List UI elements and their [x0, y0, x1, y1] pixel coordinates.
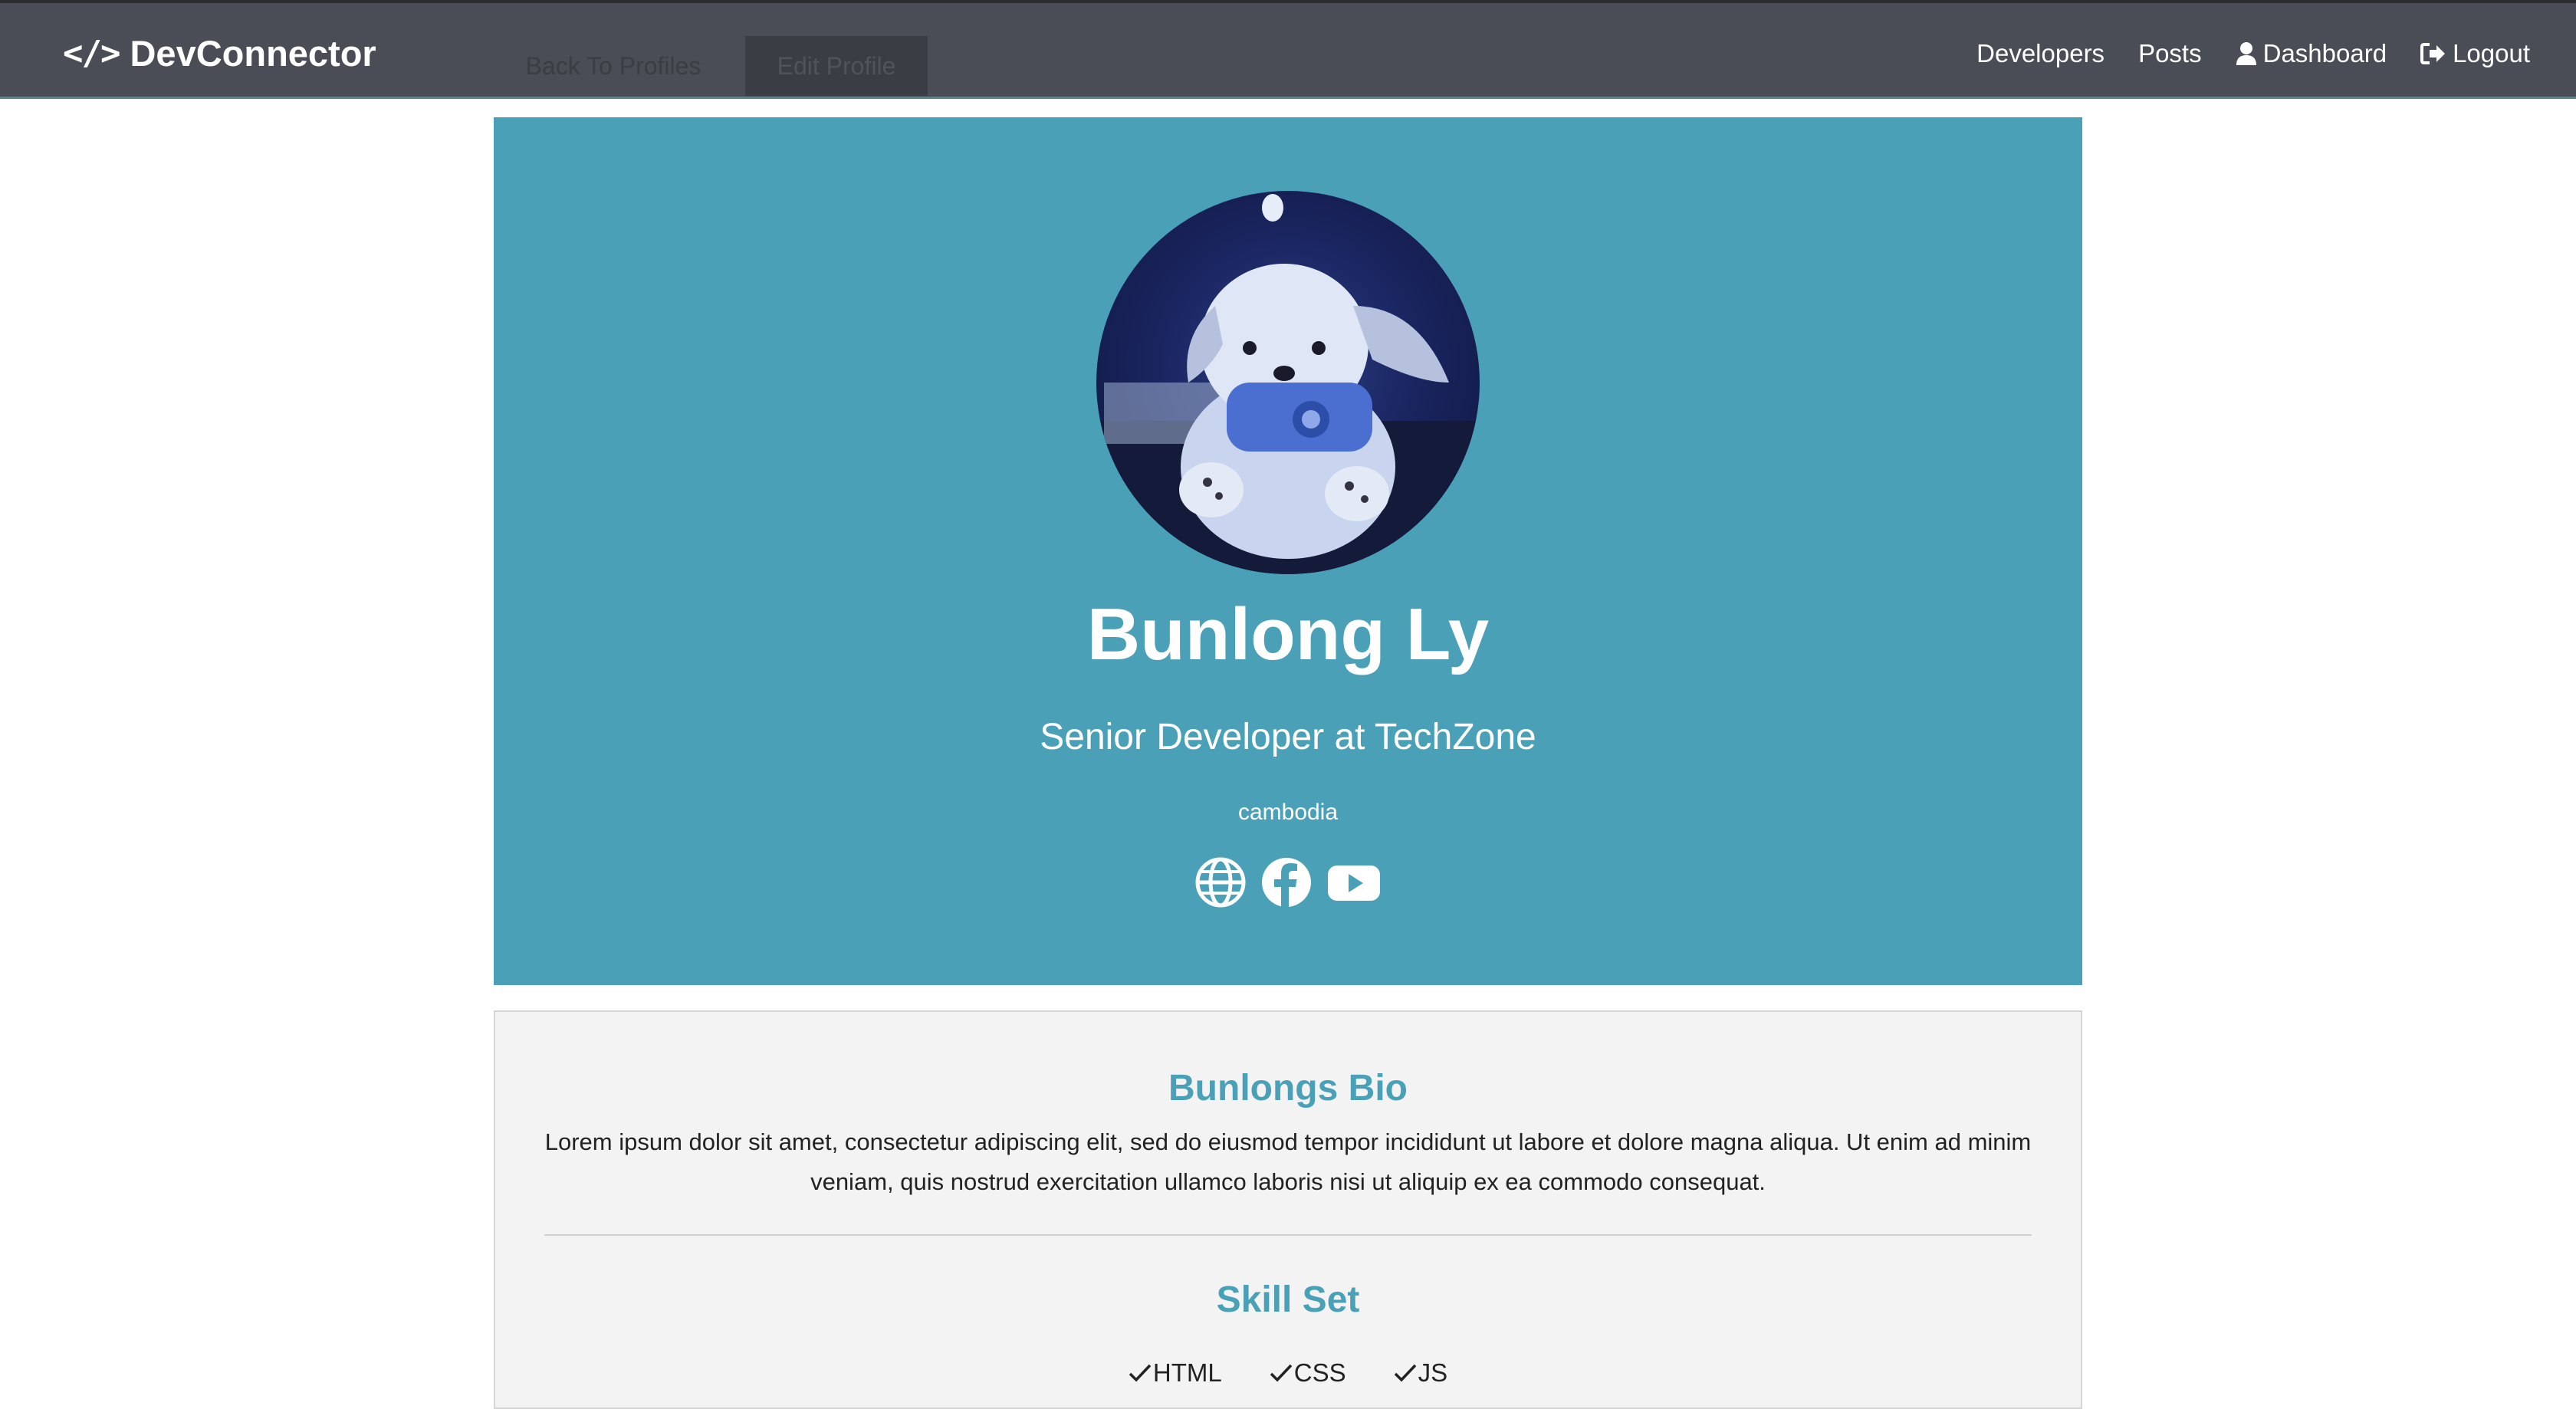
nav-developers-label: Developers [1976, 39, 2105, 67]
nav-posts-label: Posts [2138, 39, 2202, 67]
nav-dashboard-label: Dashboard [2262, 39, 2387, 67]
skill-list: HTML CSS JS [495, 1358, 2081, 1388]
check-icon [1394, 1364, 1416, 1382]
nav-developers[interactable]: Developers [1976, 39, 2104, 68]
skill-label: CSS [1293, 1358, 1346, 1387]
nav-links: Developers Posts Dashboard Logout [1976, 31, 2530, 77]
nav-logout-label: Logout [2453, 39, 2530, 67]
check-icon [1270, 1364, 1293, 1382]
skill-item: HTML [1129, 1358, 1222, 1388]
skill-label: JS [1418, 1358, 1448, 1387]
user-icon [2236, 42, 2256, 65]
youtube-icon[interactable] [1326, 856, 1382, 908]
skill-item: CSS [1270, 1358, 1346, 1388]
divider [544, 1234, 2032, 1236]
profile-avatar [1096, 191, 1480, 574]
bio-text: Lorem ipsum dolor sit amet, consectetur … [544, 1128, 2032, 1195]
globe-icon[interactable] [1194, 856, 1247, 908]
navbar: </> DevConnector Back To Profiles Edit P… [0, 0, 2576, 99]
code-icon: </> [63, 33, 120, 73]
bio-title: Bunlongs Bio [1168, 1068, 1408, 1108]
social-links [494, 856, 2082, 908]
nav-dashboard[interactable]: Dashboard [2236, 39, 2387, 68]
facebook-icon[interactable] [1260, 856, 1313, 908]
brand-name: DevConnector [130, 32, 376, 74]
skill-set-title: Skill Set [1216, 1279, 1360, 1320]
brand-link[interactable]: </> DevConnector [63, 28, 376, 78]
skill-item: JS [1394, 1358, 1448, 1388]
back-to-profiles-button[interactable]: Back To Profiles [494, 36, 733, 96]
nav-posts[interactable]: Posts [2138, 39, 2202, 68]
edit-profile-button[interactable]: Edit Profile [745, 36, 928, 96]
logout-icon [2420, 43, 2446, 64]
plush-toy-avatar [1096, 194, 1480, 574]
check-icon [1129, 1364, 1152, 1382]
profile-about: Bunlongs Bio Lorem ipsum dolor sit amet,… [494, 1010, 2082, 1409]
profile-name: Bunlong Ly [1086, 593, 1490, 675]
nav-logout[interactable]: Logout [2420, 39, 2530, 68]
skill-label: HTML [1152, 1358, 1222, 1387]
profile-status: Senior Developer at TechZone [1040, 717, 1536, 757]
profile-location: cambodia [1237, 800, 1339, 825]
profile-top: Bunlong Ly Senior Developer at TechZone … [494, 117, 2082, 985]
